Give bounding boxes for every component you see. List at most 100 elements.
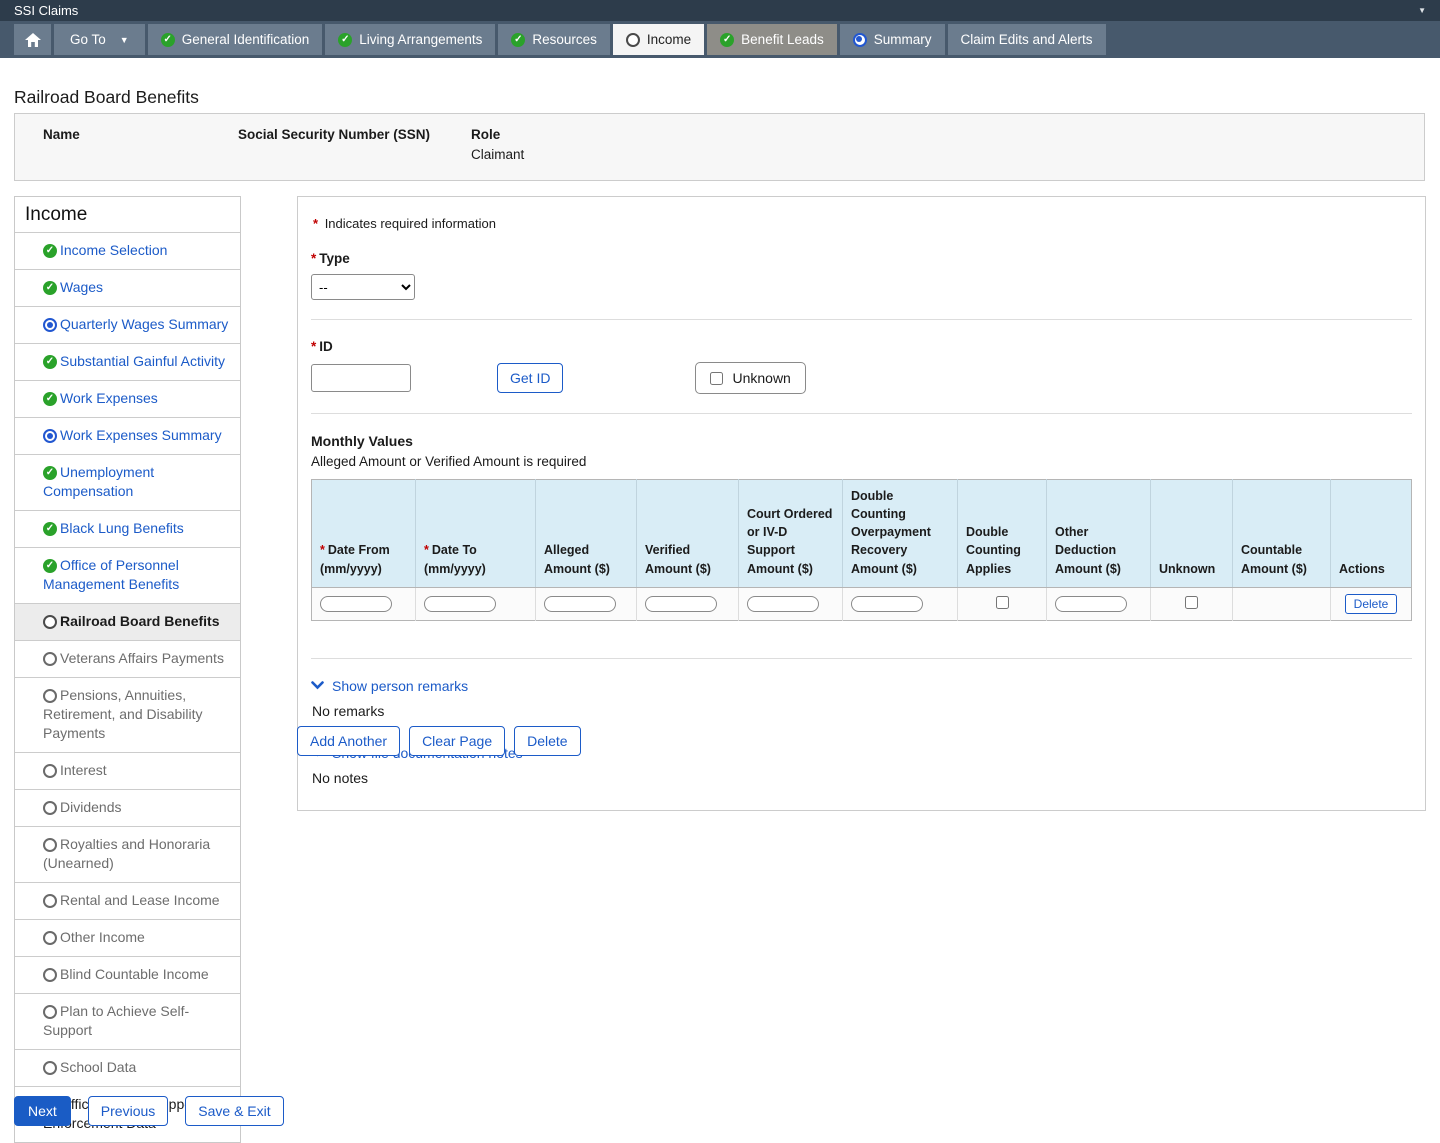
sidebar-item-label: Unemployment Compensation (43, 464, 154, 499)
id-unknown-label: Unknown (732, 370, 790, 386)
circle-icon (43, 968, 57, 982)
sidebar-item-office-of-personnel-management-benefits[interactable]: Office of Personnel Management Benefits (15, 547, 240, 603)
date-from-input-cell (312, 587, 416, 620)
sidebar-item-quarterly-wages-summary[interactable]: Quarterly Wages Summary (15, 306, 240, 343)
name-label: Name (43, 127, 238, 142)
sidebar-item-label: Black Lung Benefits (60, 520, 184, 536)
column-header-label: Date From (mm/yyyy) (320, 543, 390, 575)
section-divider (311, 319, 1412, 320)
check-circle-icon (43, 244, 57, 258)
sidebar-item-school-data: School Data (15, 1049, 240, 1086)
clear-page-button[interactable]: Clear Page (409, 726, 505, 756)
main-nav: Go To ▼ General Identification Living Arr… (0, 21, 1440, 58)
sidebar-item-wages[interactable]: Wages (15, 269, 240, 306)
next-button[interactable]: Next (14, 1096, 71, 1126)
sidebar-item-railroad-board-benefits[interactable]: Railroad Board Benefits (15, 603, 240, 640)
column-header-unknown: Unknown (1151, 480, 1233, 588)
sidebar-item-label: Work Expenses (60, 390, 158, 406)
other-deduction-input[interactable] (1055, 596, 1127, 612)
column-header-label: Double Counting Applies (966, 525, 1021, 575)
nav-tab-claim-edits-and-alerts[interactable]: Claim Edits and Alerts (948, 24, 1106, 55)
sidebar-item-label: Quarterly Wages Summary (60, 316, 228, 332)
check-circle-icon (161, 33, 175, 47)
show-person-remarks-toggle[interactable]: Show person remarks (311, 678, 1412, 694)
sidebar-item-other-income: Other Income (15, 919, 240, 956)
check-circle-icon (43, 559, 57, 573)
page-title: Railroad Board Benefits (14, 87, 199, 108)
nav-tab-benefit-leads[interactable]: Benefit Leads (707, 24, 837, 55)
income-sidebar: Income Income SelectionWagesQuarterly Wa… (14, 196, 241, 1143)
save-exit-button[interactable]: Save & Exit (185, 1096, 283, 1126)
sidebar-item-income-selection[interactable]: Income Selection (15, 232, 240, 269)
sidebar-item-label: Rental and Lease Income (60, 892, 220, 908)
previous-button[interactable]: Previous (88, 1096, 168, 1126)
nav-tab-living-arrangements[interactable]: Living Arrangements (325, 24, 495, 55)
sidebar-item-work-expenses-summary[interactable]: Work Expenses Summary (15, 417, 240, 454)
type-select[interactable]: -- (311, 274, 415, 300)
remarks-empty-text: No remarks (312, 703, 1412, 719)
required-asterisk: * (424, 543, 429, 557)
sidebar-item-dividends: Dividends (15, 789, 240, 826)
sidebar-list: Income Selection Wages Quarterly Wages Sum… (15, 232, 240, 1142)
nav-tab-label: Living Arrangements (359, 32, 482, 47)
nav-tab-general-identification[interactable]: General Identification (148, 24, 323, 55)
column-header-label: Actions (1339, 562, 1385, 576)
sidebar-item-substantial-gainful-activity[interactable]: Substantial Gainful Activity (15, 343, 240, 380)
required-asterisk: * (313, 216, 318, 231)
monthly-values-table: *Date From (mm/yyyy)*Date To (mm/yyyy)Al… (311, 479, 1412, 621)
sidebar-item-unemployment-compensation[interactable]: Unemployment Compensation (15, 454, 240, 510)
nav-tab-label: Claim Edits and Alerts (961, 32, 1093, 47)
sidebar-item-label: Income Selection (60, 242, 167, 258)
delete-button[interactable]: Delete (514, 726, 580, 756)
verified-amount-input[interactable] (645, 596, 717, 612)
id-unknown-box[interactable]: Unknown (695, 362, 805, 394)
check-circle-icon (338, 33, 352, 47)
sidebar-item-royalties-and-honoraria-unearned: Royalties and Honoraria (Unearned) (15, 826, 240, 882)
check-circle-icon (720, 33, 734, 47)
wizard-footer: Next Previous Save & Exit (14, 1096, 284, 1126)
chevron-down-icon[interactable]: ▼ (1418, 6, 1426, 15)
id-unknown-checkbox[interactable] (710, 372, 723, 385)
double-counting-recovery-input[interactable] (851, 596, 923, 612)
sidebar-item-black-lung-benefits[interactable]: Black Lung Benefits (15, 510, 240, 547)
person-role-column: Role Claimant (471, 127, 524, 180)
table-header-row: *Date From (mm/yyyy)*Date To (mm/yyyy)Al… (312, 480, 1412, 588)
check-circle-icon (43, 392, 57, 406)
sidebar-item-interest: Interest (15, 752, 240, 789)
role-value: Claimant (471, 147, 524, 162)
date-to-input[interactable] (424, 596, 496, 612)
goto-menu-button[interactable]: Go To ▼ (54, 24, 145, 55)
column-header-double-counting-applies: Double Counting Applies (958, 480, 1047, 588)
court-ordered-amount-input[interactable] (747, 596, 819, 612)
circle-icon (43, 1005, 57, 1019)
home-button[interactable] (14, 24, 51, 55)
circle-icon (43, 764, 57, 778)
person-name-column: Name (43, 127, 238, 180)
sidebar-item-work-expenses[interactable]: Work Expenses (15, 380, 240, 417)
nav-tab-summary[interactable]: Summary (840, 24, 945, 55)
nav-tab-resources[interactable]: Resources (498, 24, 610, 55)
column-header-double-counting-overpayment-recovery-amount: Double Counting Overpayment Recovery Amo… (843, 480, 958, 588)
date-from-input[interactable] (320, 596, 392, 612)
home-icon (25, 33, 41, 47)
current-step-icon (626, 33, 640, 47)
column-header-actions: Actions (1331, 480, 1412, 588)
role-label: Role (471, 127, 524, 142)
required-asterisk: * (320, 543, 325, 557)
sidebar-item-plan-to-achieve-self-support: Plan to Achieve Self-Support (15, 993, 240, 1049)
delete-row-button[interactable]: Delete (1345, 594, 1398, 614)
verified-amount-input-cell (637, 587, 739, 620)
nav-tab-income[interactable]: Income (613, 24, 704, 55)
sidebar-item-label: Royalties and Honoraria (Unearned) (43, 836, 210, 871)
railroad-benefits-form: * Indicates required information *Type -… (297, 196, 1426, 811)
sidebar-item-label: Interest (60, 762, 107, 778)
add-another-button[interactable]: Add Another (297, 726, 400, 756)
get-id-button[interactable]: Get ID (497, 363, 563, 393)
double-counting-applies-checkbox[interactable] (996, 596, 1009, 609)
sidebar-item-pensions-annuities-retirement-and-disability-payments: Pensions, Annuities, Retirement, and Dis… (15, 677, 240, 752)
column-header-label: Alleged Amount ($) (544, 543, 610, 575)
row-unknown-checkbox[interactable] (1185, 596, 1198, 609)
id-input[interactable] (311, 364, 411, 392)
alleged-amount-input[interactable] (544, 596, 616, 612)
circle-icon (43, 801, 57, 815)
